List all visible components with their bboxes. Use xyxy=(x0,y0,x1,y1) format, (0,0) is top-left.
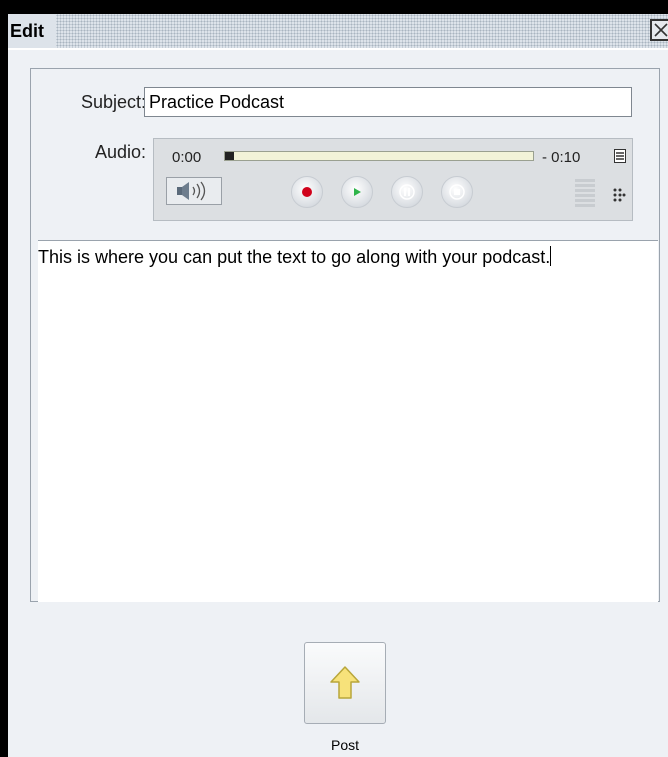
time-elapsed: 0:00 xyxy=(172,149,202,166)
post-button[interactable] xyxy=(304,642,386,724)
close-icon[interactable] xyxy=(650,19,668,41)
record-icon xyxy=(302,187,312,197)
pause-icon xyxy=(399,184,415,200)
audio-label: Audio: xyxy=(94,142,146,162)
level-meter-icon xyxy=(575,179,595,207)
window-title: Edit xyxy=(8,14,56,48)
menu-icon[interactable] xyxy=(614,149,626,168)
post-label: Post xyxy=(330,737,359,753)
play-button[interactable] xyxy=(341,176,373,208)
play-icon xyxy=(354,188,361,196)
audio-progress-bar[interactable] xyxy=(224,151,534,161)
audio-player: 0:00 - 0:10 xyxy=(153,138,633,221)
up-arrow-icon xyxy=(330,666,360,699)
editor-text: This is where you can put the text to go… xyxy=(38,247,551,267)
text-editor[interactable]: This is where you can put the text to go… xyxy=(38,240,658,602)
speaker-icon xyxy=(177,181,206,201)
record-button[interactable] xyxy=(291,176,323,208)
title-bar[interactable]: Edit xyxy=(8,14,668,50)
subject-label: Subject: xyxy=(80,92,146,112)
text-caret xyxy=(550,246,552,266)
stop-button[interactable] xyxy=(441,176,473,208)
time-remaining: - 0:10 xyxy=(542,149,581,166)
pause-button[interactable] xyxy=(391,176,423,208)
volume-button[interactable] xyxy=(166,177,222,205)
window-top-edge xyxy=(8,0,668,14)
progress-fill xyxy=(225,152,235,160)
stop-icon xyxy=(449,184,465,200)
grip-icon[interactable] xyxy=(612,187,626,205)
subject-input[interactable]: Practice Podcast xyxy=(144,87,632,117)
